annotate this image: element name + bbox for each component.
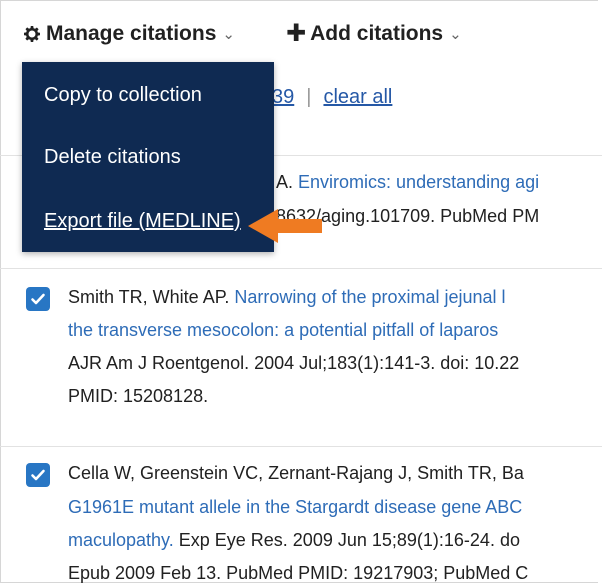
citation-authors: A. xyxy=(276,172,294,192)
add-citations-label: Add citations xyxy=(310,22,444,45)
arrow-left-icon xyxy=(248,209,322,243)
citation-line: maculopathy. Exp Eye Res. 2009 Jun 15;89… xyxy=(68,530,520,551)
citation-source: AJR Am J Roentgenol. 2004 Jul;183(1):141… xyxy=(68,353,520,373)
divider xyxy=(0,446,602,447)
menu-item-copy-to-collection[interactable]: Copy to collection xyxy=(44,84,202,107)
manage-citations-menu: Copy to collection Delete citations Expo… xyxy=(22,62,274,252)
chevron-down-icon: ⌄ xyxy=(222,26,235,43)
citation-authors: Cella W, Greenstein VC, Zernant-Rajang J… xyxy=(68,463,524,483)
citation-title-link[interactable]: Enviromics: understanding agi xyxy=(298,172,539,192)
citation-line: A. Enviromics: understanding agi xyxy=(276,172,539,193)
menu-item-delete-citations[interactable]: Delete citations xyxy=(44,146,181,169)
citation-pmid: PMID: 15208128. xyxy=(68,386,209,406)
plus-icon: ✚ xyxy=(286,20,307,47)
clear-all-link[interactable]: clear all xyxy=(323,86,392,108)
separator: | xyxy=(306,86,312,108)
checkbox-checked-icon[interactable] xyxy=(26,463,50,487)
citation-pmid: Epub 2009 Feb 13. PubMed PMID: 19217903;… xyxy=(68,563,529,583)
manage-citations-button[interactable]: Manage citations ⌄ xyxy=(22,22,235,46)
selection-count-link[interactable]: 39 xyxy=(272,86,294,108)
citation-title-link[interactable]: maculopathy. xyxy=(68,530,174,550)
selection-row: 39 | clear all xyxy=(272,86,392,109)
toolbar: Manage citations ⌄ ✚ Add citations ⌄ xyxy=(0,0,602,62)
menu-item-export-file[interactable]: Export file (MEDLINE) xyxy=(44,210,241,233)
citation-authors: Smith TR, White AP. xyxy=(68,287,230,307)
citation-title-link[interactable]: G1961E mutant allele in the Stargardt di… xyxy=(68,497,522,518)
citation-line: Smith TR, White AP. Narrowing of the pro… xyxy=(68,287,506,308)
citation-title-link[interactable]: the transverse mesocolon: a potential pi… xyxy=(68,320,498,341)
citation-title-link[interactable]: Narrowing of the proximal jejunal l xyxy=(234,287,505,307)
checkbox-checked-icon[interactable] xyxy=(26,287,50,311)
manage-citations-label: Manage citations xyxy=(46,22,217,45)
add-citations-button[interactable]: ✚ Add citations ⌄ xyxy=(286,22,462,46)
chevron-down-icon: ⌄ xyxy=(449,26,462,43)
gear-icon xyxy=(24,26,40,42)
divider xyxy=(0,268,602,269)
citation-source: Exp Eye Res. 2009 Jun 15;89(1):16-24. do xyxy=(178,530,520,550)
